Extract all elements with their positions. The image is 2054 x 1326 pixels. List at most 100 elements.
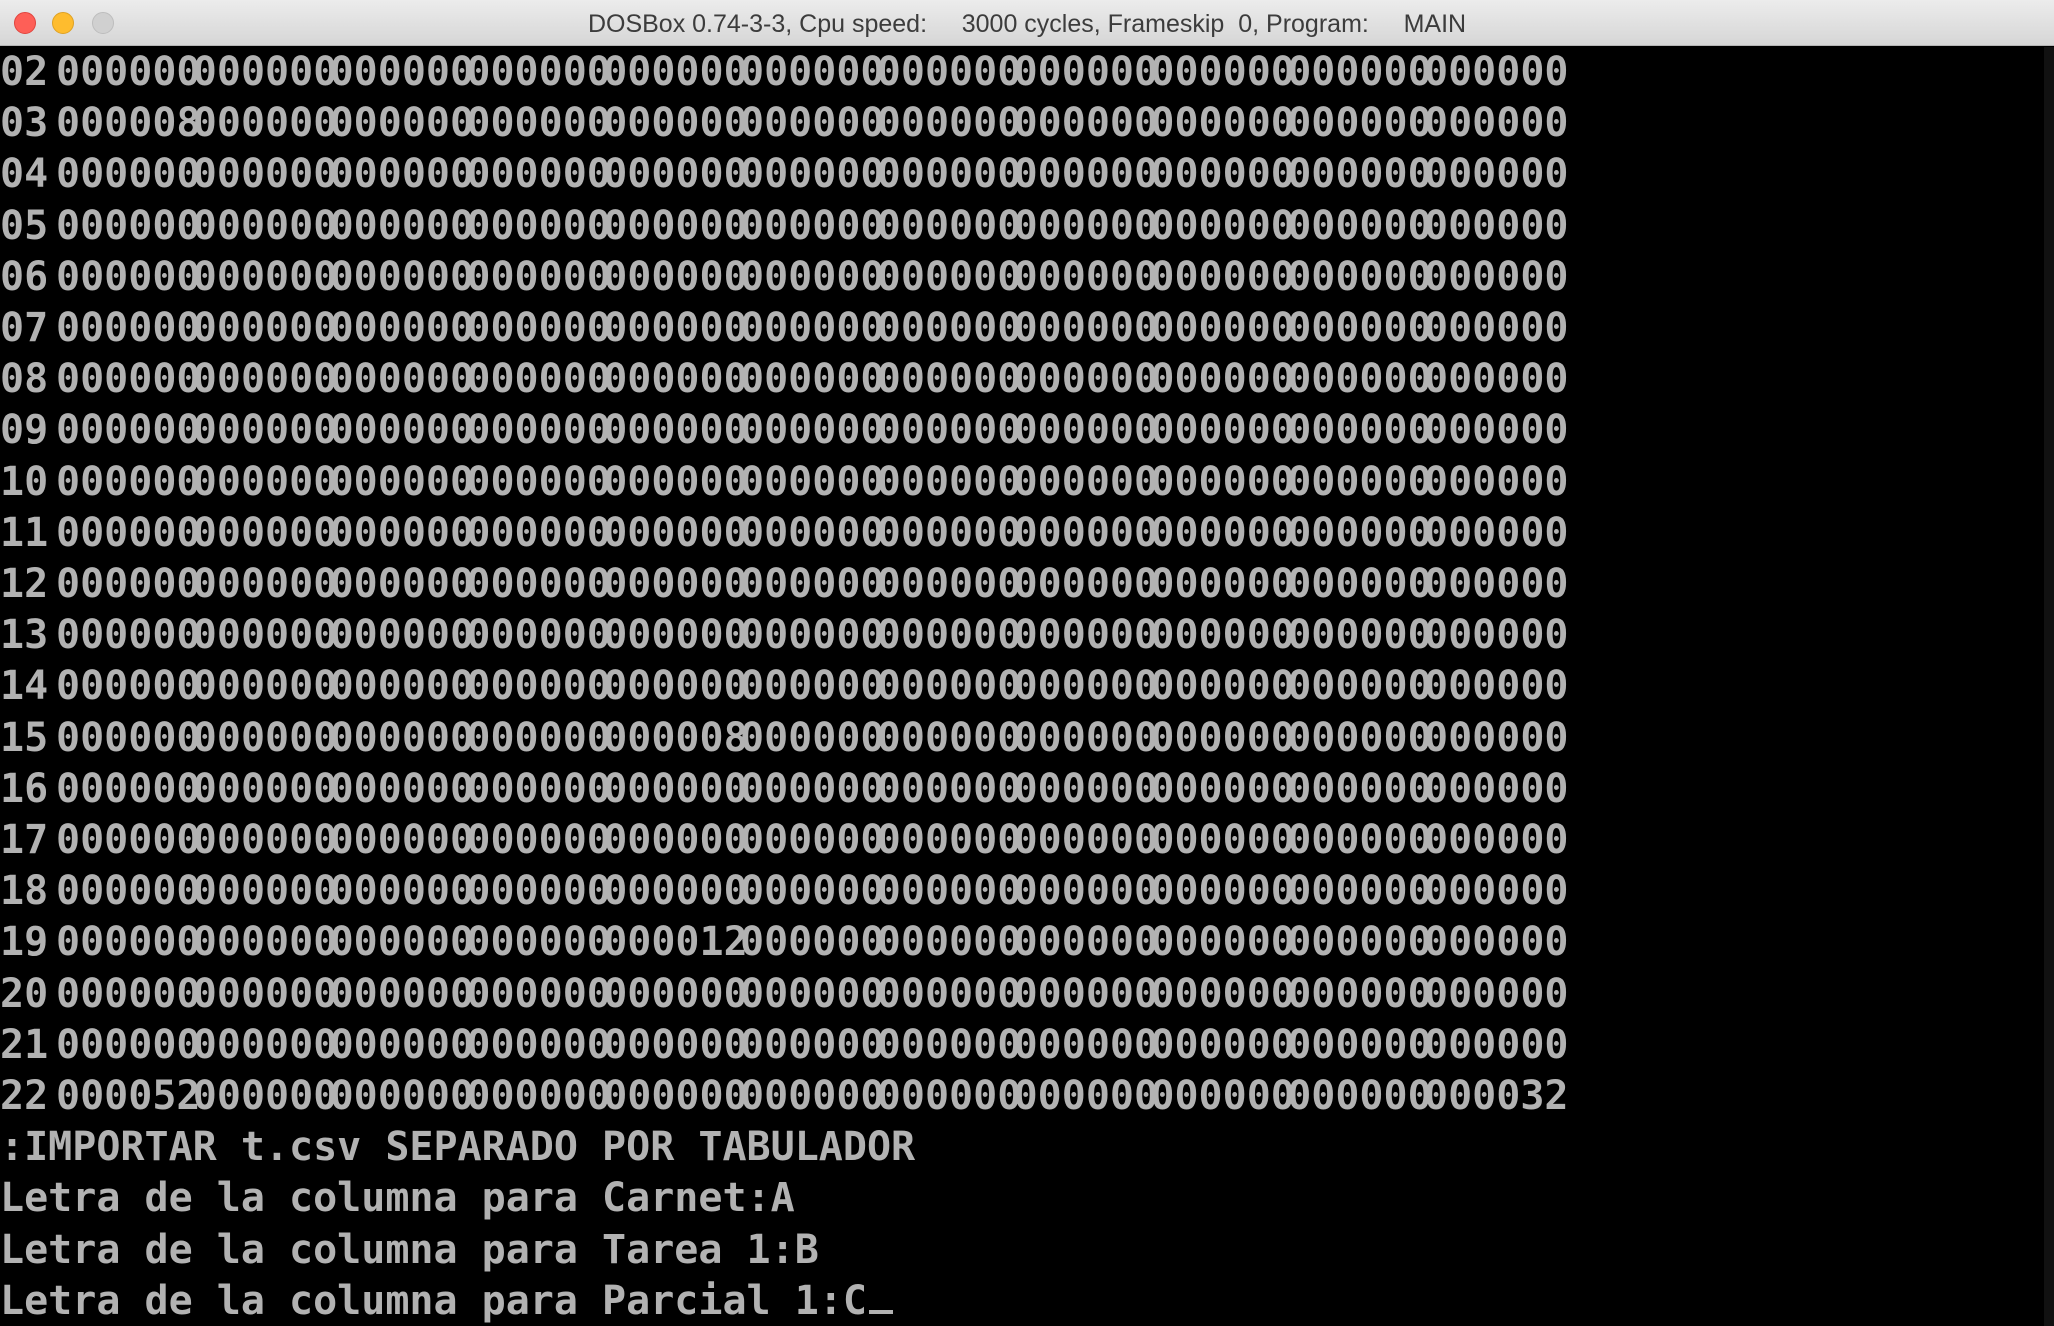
grid-cell: 000000 bbox=[329, 100, 475, 147]
grid-cell: 000000 bbox=[876, 202, 1022, 249]
grid-cell: 000000 bbox=[1424, 1021, 1569, 1068]
grid-cell: 000000 bbox=[1424, 151, 1569, 198]
grid-row: 11 000000 000000 000000 000000 000000 000000 00… bbox=[0, 508, 2044, 559]
grid-cell: 000000 bbox=[329, 407, 475, 454]
console-prompt-line[interactable]: Letra de la columna para Parcial 1:C bbox=[0, 1276, 893, 1326]
grid-cell: 000000 bbox=[740, 253, 885, 300]
grid-cell: 000000 bbox=[876, 100, 1022, 147]
row-label: 17 bbox=[0, 817, 49, 863]
grid-cell: 000000 bbox=[1150, 202, 1295, 249]
row-label: 07 bbox=[0, 305, 49, 351]
grid-cell: 000000 bbox=[329, 612, 475, 659]
grid-cell: 000000 bbox=[192, 663, 338, 710]
row-label: 13 bbox=[0, 612, 49, 659]
grid-cell: 000000 bbox=[192, 1021, 338, 1068]
row-label: 21 bbox=[0, 1021, 49, 1068]
grid-cell: 000000 bbox=[740, 1021, 885, 1068]
grid-cell: 000000 bbox=[1150, 714, 1295, 761]
grid-cell: 000000 bbox=[1287, 305, 1432, 351]
console-line: :IMPORTAR t.csv SEPARADO POR TABULADOR bbox=[0, 1124, 916, 1171]
grid-cell: 000000 bbox=[603, 868, 748, 915]
grid-cell: 000000 bbox=[740, 663, 885, 710]
title-bar[interactable]: DOSBox 0.74-3-3, Cpu speed: 3000 cycles,… bbox=[0, 0, 2054, 46]
grid-cell: 000000 bbox=[466, 458, 611, 505]
grid-cell: 000000 bbox=[192, 817, 338, 863]
grid-cell: 000000 bbox=[329, 1073, 475, 1119]
grid-cell: 000000 bbox=[603, 765, 748, 812]
grid-cell: 000000 bbox=[192, 202, 338, 249]
grid-cell: 000000 bbox=[1013, 100, 1159, 147]
grid-cell: 000000 bbox=[1287, 663, 1432, 710]
grid-cell: 000000 bbox=[876, 1073, 1022, 1119]
dos-screen[interactable]: 02 000000 000000 000000 000000 000000 000000 00… bbox=[0, 47, 2044, 1326]
grid-cell: 000000 bbox=[1150, 49, 1295, 95]
grid-cell: 000000 bbox=[603, 970, 748, 1017]
grid-row: 02 000000 000000 000000 000000 000000 000000 00… bbox=[0, 47, 2044, 98]
grid-cell: 000000 bbox=[329, 151, 475, 198]
grid-cell: 000000 bbox=[1287, 509, 1432, 556]
grid-cell: 000000 bbox=[876, 509, 1022, 556]
grid-cell: 000000 bbox=[1287, 868, 1432, 915]
grid-row: 03 000008 000000 000000 000000 000000 000000 00… bbox=[0, 98, 2044, 149]
grid-cell: 000000 bbox=[329, 202, 475, 249]
grid-cell: 000032 bbox=[1424, 1073, 1569, 1119]
grid-cell: 000000 bbox=[603, 253, 748, 300]
grid-cell: 000000 bbox=[1013, 561, 1159, 607]
grid-cell: 000000 bbox=[1287, 100, 1432, 147]
grid-cell: 000000 bbox=[329, 919, 475, 966]
row-label: 08 bbox=[0, 356, 49, 403]
grid-cell: 000000 bbox=[740, 407, 885, 454]
grid-cell: 000000 bbox=[466, 49, 611, 95]
grid-cell: 000000 bbox=[466, 868, 611, 915]
grid-cell: 000000 bbox=[740, 151, 885, 198]
grid-cell: 000000 bbox=[1013, 868, 1159, 915]
grid-cell: 000000 bbox=[1013, 458, 1159, 505]
row-label: 18 bbox=[0, 868, 49, 915]
grid-cell: 000000 bbox=[56, 714, 201, 761]
grid-cell: 000000 bbox=[329, 253, 475, 300]
row-label: 03 bbox=[0, 100, 49, 147]
grid-cell: 000000 bbox=[192, 970, 338, 1017]
grid-cell: 000000 bbox=[876, 49, 1022, 95]
grid-cell: 000000 bbox=[56, 49, 201, 95]
grid-row: 04 000000 000000 000000 000000 000000 000000 00… bbox=[0, 149, 2044, 200]
grid-cell: 000000 bbox=[1150, 305, 1295, 351]
grid-cell: 000000 bbox=[1424, 714, 1569, 761]
grid-cell: 000000 bbox=[329, 714, 475, 761]
grid-cell: 000000 bbox=[740, 868, 885, 915]
grid-cell: 000000 bbox=[876, 561, 1022, 607]
grid-cell: 000000 bbox=[876, 817, 1022, 863]
grid-cell: 000000 bbox=[603, 1073, 748, 1119]
grid-cell: 000000 bbox=[466, 305, 611, 351]
grid-cell: 000000 bbox=[329, 561, 475, 607]
grid-cell: 000000 bbox=[1287, 561, 1432, 607]
grid-cell: 000000 bbox=[740, 100, 885, 147]
grid-cell: 000000 bbox=[466, 1021, 611, 1068]
grid-cell: 000000 bbox=[740, 356, 885, 403]
grid-cell: 000000 bbox=[1424, 509, 1569, 556]
grid-cell: 000000 bbox=[1150, 868, 1295, 915]
grid-cell: 000000 bbox=[192, 407, 338, 454]
grid-cell: 000000 bbox=[192, 919, 338, 966]
grid-cell: 000000 bbox=[329, 765, 475, 812]
grid-cell: 000000 bbox=[1013, 1073, 1159, 1119]
grid-cell: 000000 bbox=[56, 765, 201, 812]
grid-row: 12 000000 000000 000000 000000 000000 000000 00… bbox=[0, 559, 2044, 610]
grid-cell: 000000 bbox=[1287, 970, 1432, 1017]
grid-cell: 000000 bbox=[876, 663, 1022, 710]
grid-cell: 000000 bbox=[876, 612, 1022, 659]
grid-cell: 000000 bbox=[876, 1021, 1022, 1068]
grid-cell: 000000 bbox=[603, 1021, 748, 1068]
grid-cell: 000000 bbox=[1287, 49, 1432, 95]
grid-cell: 000000 bbox=[603, 49, 748, 95]
grid-cell: 000000 bbox=[740, 817, 885, 863]
grid-cell: 000000 bbox=[192, 1073, 338, 1119]
grid-cell: 000000 bbox=[740, 458, 885, 505]
grid-cell: 000000 bbox=[56, 509, 201, 556]
grid-cell: 000000 bbox=[1424, 49, 1569, 95]
grid-cell: 000000 bbox=[192, 49, 338, 95]
grid-cell: 000000 bbox=[466, 817, 611, 863]
grid-cell: 000000 bbox=[56, 305, 201, 351]
row-label: 10 bbox=[0, 458, 49, 505]
grid-cell: 000000 bbox=[192, 253, 338, 300]
